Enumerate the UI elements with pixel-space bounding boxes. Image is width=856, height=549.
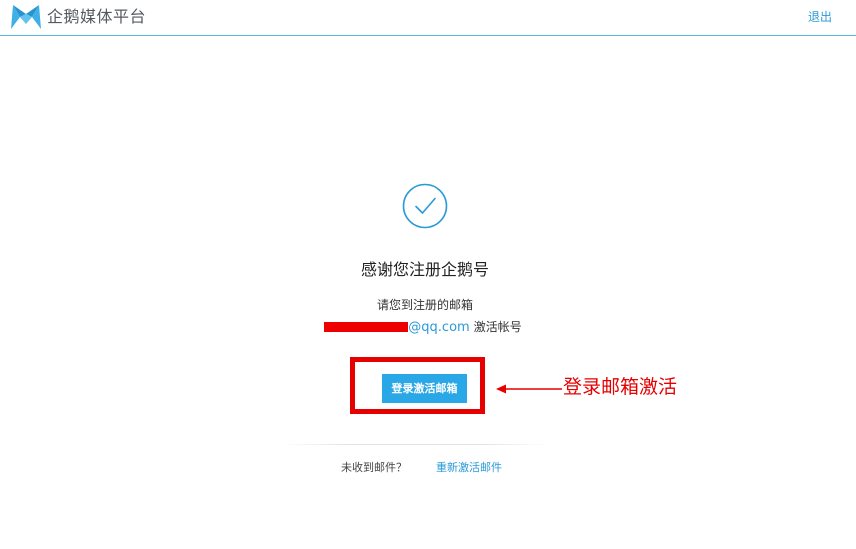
arrow-left-icon <box>496 380 562 399</box>
instruction-text: 请您到注册的邮箱 <box>376 298 473 312</box>
resend-activation-link[interactable]: 重新激活邮件 <box>436 460 502 476</box>
footer-question: 未收到邮件？ <box>341 461 407 474</box>
activate-email-button[interactable]: 登录激活邮箱 <box>382 374 467 403</box>
top-header: 企鹅媒体平台 退出 <box>0 0 856 36</box>
qie-logo-icon <box>10 4 42 30</box>
divider <box>282 444 548 445</box>
page-title: 感谢您注册企鹅号 <box>360 260 489 279</box>
email-line: @qq.com 激活帐号 <box>0 319 846 336</box>
email-link[interactable]: @qq.com <box>408 320 469 335</box>
logo[interactable]: 企鹅媒体平台 <box>10 3 146 31</box>
email-suffix-text: 激活帐号 <box>473 320 522 334</box>
check-circle-icon <box>402 183 448 233</box>
logout-link[interactable]: 退出 <box>808 9 832 25</box>
annotation-text: 登录邮箱激活 <box>563 376 678 398</box>
email-redaction <box>324 322 409 332</box>
logo-text: 企鹅媒体平台 <box>47 7 147 26</box>
